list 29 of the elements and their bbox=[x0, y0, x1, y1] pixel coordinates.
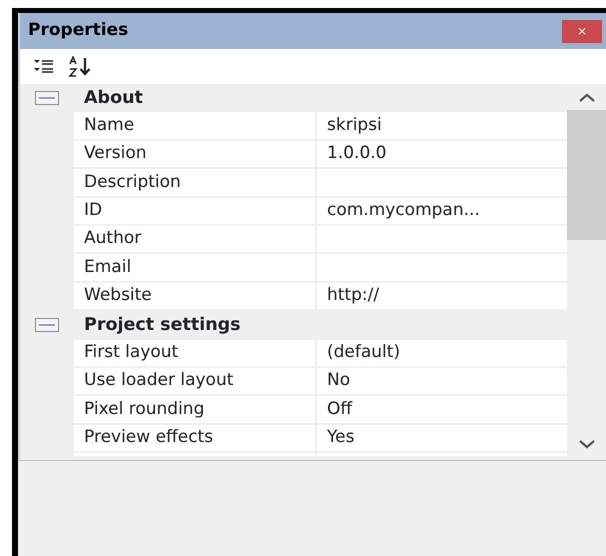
property-name[interactable]: Name bbox=[74, 112, 317, 141]
property-value[interactable]: (default) bbox=[317, 340, 567, 368]
property-name[interactable]: Preview effects bbox=[74, 424, 317, 454]
panel-title: Properties bbox=[28, 19, 128, 42]
property-value[interactable]: Off bbox=[317, 396, 567, 425]
collapse-icon[interactable] bbox=[35, 318, 59, 332]
property-value[interactable]: No bbox=[317, 368, 567, 396]
property-name[interactable]: Use loader layout bbox=[74, 368, 317, 396]
property-value[interactable]: skripsi bbox=[317, 112, 567, 141]
property-value[interactable]: 1.0.0.0 bbox=[317, 140, 567, 170]
collapse-icon[interactable] bbox=[35, 91, 59, 106]
property-name[interactable]: Description bbox=[74, 169, 317, 198]
categorized-view-icon[interactable] bbox=[34, 58, 54, 74]
property-name[interactable]: ID bbox=[74, 198, 317, 226]
category-header: About bbox=[84, 87, 143, 110]
close-button[interactable]: × bbox=[562, 20, 602, 42]
property-name[interactable]: Website bbox=[74, 282, 317, 312]
scroll-down-icon[interactable] bbox=[578, 438, 596, 450]
property-name[interactable]: First layout bbox=[74, 340, 317, 368]
property-name[interactable]: Author bbox=[74, 226, 317, 254]
category-header: Project settings bbox=[84, 314, 241, 338]
property-name[interactable]: Pixel rounding bbox=[74, 396, 317, 425]
scrollbar-thumb[interactable] bbox=[567, 110, 606, 240]
property-value[interactable]: Yes bbox=[317, 424, 567, 454]
property-value[interactable]: http:// bbox=[317, 282, 567, 312]
property-name[interactable]: Email bbox=[74, 254, 317, 283]
property-value[interactable]: com.mycompan... bbox=[317, 198, 567, 226]
property-name[interactable]: Version bbox=[74, 140, 317, 170]
scroll-up-icon[interactable] bbox=[578, 92, 596, 104]
